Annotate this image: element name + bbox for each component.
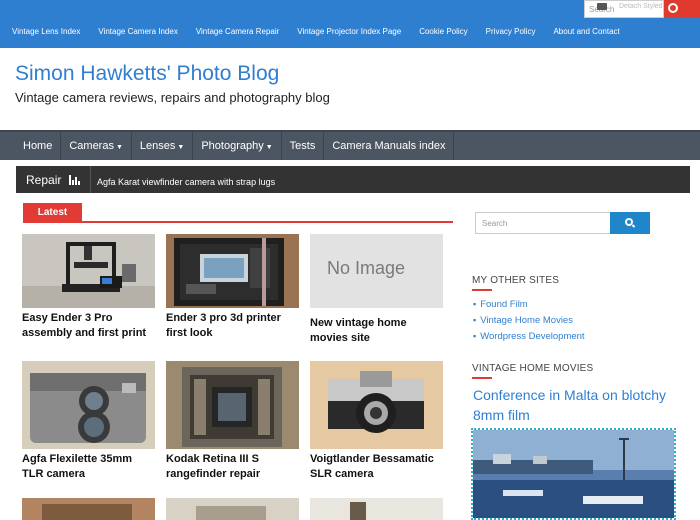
- topnav-about-contact[interactable]: About and Contact: [553, 27, 619, 36]
- heading-underline: [472, 377, 492, 379]
- topnav-vintage-camera-index[interactable]: Vintage Camera Index: [98, 27, 177, 36]
- post-thumbnail[interactable]: [166, 361, 299, 449]
- nav-tests-label: Tests: [289, 140, 316, 152]
- nav-camera-manuals-label: Camera Manuals index: [332, 140, 446, 152]
- search-icon: [668, 3, 678, 13]
- post-thumbnail[interactable]: [310, 361, 443, 449]
- post-title[interactable]: New vintage home movies site: [310, 316, 442, 346]
- post-title[interactable]: Kodak Retina III S rangefinder repair: [166, 452, 298, 482]
- ticker-label: Repair: [26, 173, 62, 187]
- post-title[interactable]: Voigtlander Bessamatic SLR camera: [310, 452, 442, 482]
- nav-photography-label: Photography: [201, 140, 264, 152]
- heading-underline: [472, 289, 492, 291]
- post-title[interactable]: Easy Ender 3 Pro assembly and first prin…: [22, 311, 154, 341]
- latest-heading: Latest: [23, 203, 82, 223]
- top-nav: Vintage Lens Index Vintage Camera Index …: [12, 27, 638, 36]
- top-search-input[interactable]: Search Detach Styled Images: [584, 0, 687, 18]
- site-description: Vintage camera reviews, repairs and phot…: [15, 90, 330, 105]
- topnav-vintage-camera-repair[interactable]: Vintage Camera Repair: [196, 27, 279, 36]
- topnav-vintage-projector-index[interactable]: Vintage Projector Index Page: [297, 27, 401, 36]
- home-movies-heading: VINTAGE HOME MOVIES: [472, 363, 594, 374]
- sidebar-search-placeholder: Search: [482, 219, 508, 228]
- post-thumbnail[interactable]: [166, 498, 299, 520]
- nav-tests[interactable]: Tests: [282, 132, 325, 160]
- other-site-wordpress-development[interactable]: Wordpress Development: [473, 328, 584, 344]
- nav-lenses-label: Lenses: [139, 140, 176, 152]
- caret-down-icon: ▼: [265, 144, 273, 151]
- breaking-ticker: Repair Agfa Karat viewfinder camera with…: [16, 166, 690, 193]
- nav-camera-manuals[interactable]: Camera Manuals index: [324, 132, 455, 160]
- extension-icon[interactable]: [597, 3, 607, 10]
- nav-home[interactable]: Home: [0, 132, 62, 160]
- ticker-post-link[interactable]: Agfa Karat viewfinder camera with strap …: [97, 177, 275, 187]
- post-thumbnail-placeholder[interactable]: No Image: [310, 234, 443, 308]
- bar-chart-icon: [69, 175, 81, 185]
- nav-cameras[interactable]: Cameras ▼: [61, 132, 132, 160]
- main-nav: Home Cameras ▼ Lenses ▼ Photography ▼ Tests…: [0, 130, 700, 160]
- post-thumbnail[interactable]: [22, 498, 155, 520]
- other-sites-list: Found Film Vintage Home Movies Wordpress…: [473, 296, 585, 344]
- post-thumbnail[interactable]: [310, 498, 443, 520]
- home-movies-post-link[interactable]: Conference in Malta on blotchy 8mm film: [473, 385, 683, 425]
- nav-cameras-label: Cameras: [69, 140, 114, 152]
- latest-underline: [23, 221, 453, 223]
- nav-photography[interactable]: Photography ▼: [193, 132, 282, 160]
- post-thumbnail[interactable]: [22, 361, 155, 449]
- no-image-text: No Image: [327, 258, 406, 278]
- other-site-found-film[interactable]: Found Film: [473, 296, 585, 312]
- nav-lenses[interactable]: Lenses ▼: [132, 132, 194, 160]
- sidebar-search-input[interactable]: Search: [475, 212, 611, 234]
- site-title[interactable]: Simon Hawketts' Photo Blog: [15, 62, 279, 86]
- topnav-vintage-lens-index[interactable]: Vintage Lens Index: [12, 27, 80, 36]
- caret-down-icon: ▼: [115, 144, 123, 151]
- post-title[interactable]: Ender 3 pro 3d printer first look: [166, 311, 298, 341]
- top-search-button[interactable]: [664, 0, 700, 18]
- post-thumbnail[interactable]: [166, 234, 299, 308]
- caret-down-icon: ▼: [177, 144, 185, 151]
- search-icon-handle: [631, 224, 636, 228]
- other-site-vintage-home-movies[interactable]: Vintage Home Movies: [473, 312, 585, 328]
- nav-home-label: Home: [23, 140, 53, 152]
- topnav-privacy-policy[interactable]: Privacy Policy: [486, 27, 536, 36]
- post-title[interactable]: Agfa Flexilette 35mm TLR camera: [22, 452, 154, 482]
- sidebar-search-button[interactable]: [610, 212, 650, 234]
- other-sites-heading: MY OTHER SITES: [472, 275, 560, 286]
- ticker-divider: [90, 166, 91, 193]
- post-thumbnail[interactable]: [22, 234, 155, 308]
- topnav-cookie-policy[interactable]: Cookie Policy: [419, 27, 467, 36]
- home-movies-post-image[interactable]: [471, 428, 676, 520]
